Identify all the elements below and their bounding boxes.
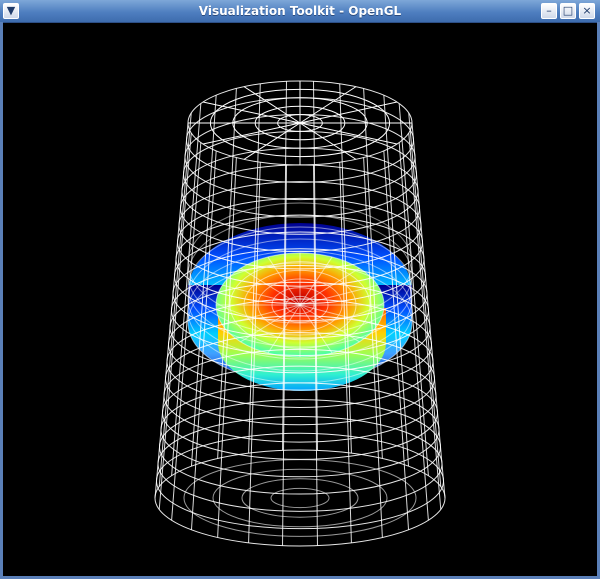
render-canvas[interactable] [3,23,597,576]
title-bar[interactable]: Visualization Toolkit - OpenGL ▼ – □ × [0,0,600,23]
close-icon[interactable]: × [579,3,595,19]
window-title: Visualization Toolkit - OpenGL [198,4,402,18]
minimize-icon[interactable]: – [541,3,557,19]
maximize-icon[interactable]: □ [560,3,576,19]
vtk-window: Visualization Toolkit - OpenGL ▼ – □ × [0,0,600,579]
render-viewport[interactable] [3,23,597,576]
chevron-down-icon[interactable]: ▼ [3,3,19,19]
